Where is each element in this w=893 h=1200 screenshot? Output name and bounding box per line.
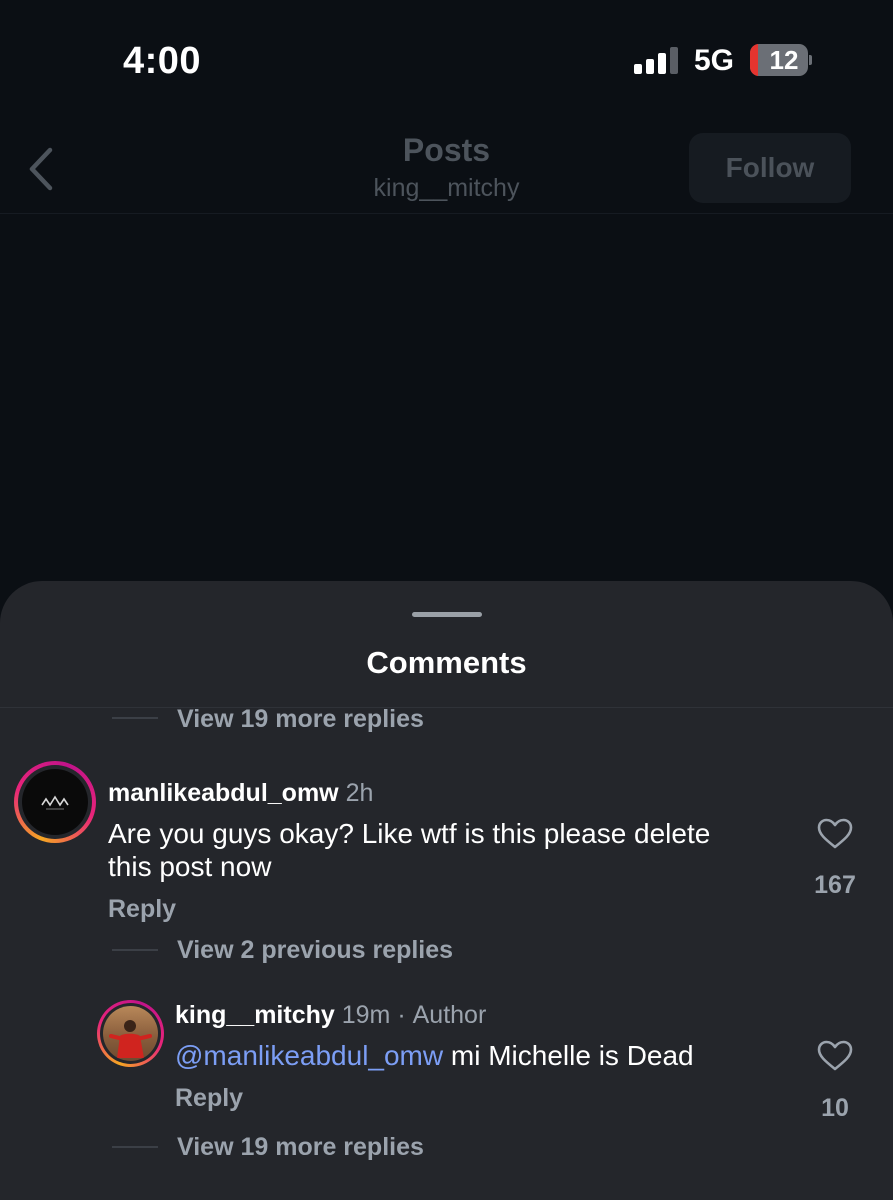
reply-body-text: mi Michelle is Dead — [443, 1040, 694, 1071]
avatar-story-ring[interactable] — [97, 1000, 164, 1067]
comment-username-text[interactable]: manlikeabdul_omw — [108, 779, 339, 807]
heart-icon[interactable] — [817, 1040, 853, 1072]
thread-line — [112, 717, 158, 719]
author-badge: Author — [412, 1001, 487, 1029]
comment-time: 2h — [345, 779, 374, 807]
comments-sheet: Comments View 19 more replies manlikeabd… — [0, 581, 893, 1200]
reply-username-text[interactable]: king__mitchy — [175, 1001, 335, 1029]
mention-link[interactable]: @manlikeabdul_omw — [175, 1040, 443, 1071]
person-photo — [109, 1020, 152, 1058]
top-nav-bar: Posts king__mitchy Follow — [0, 120, 893, 214]
reply-text: @manlikeabdul_omw mi Michelle is Dead — [175, 1039, 795, 1072]
thread-line — [112, 949, 158, 951]
view-more-replies-link[interactable]: View 19 more replies — [177, 1133, 424, 1162]
like-count: 10 — [821, 1094, 849, 1122]
like-count: 167 — [814, 871, 856, 899]
status-bar: 4:00 5G 12 — [0, 0, 893, 120]
reply-button[interactable]: Reply — [175, 1084, 243, 1113]
cellular-signal-icon — [634, 46, 678, 74]
view-previous-replies-link[interactable]: View 2 previous replies — [177, 936, 453, 965]
thread-line — [112, 1146, 158, 1148]
view-more-replies-link[interactable]: View 19 more replies — [177, 705, 424, 734]
reply-username[interactable]: king__mitchy 19m · Author — [175, 1001, 486, 1030]
follow-button[interactable]: Follow — [689, 133, 851, 203]
battery-icon: 12 — [750, 44, 812, 76]
avatar — [22, 769, 88, 835]
network-type: 5G — [694, 44, 735, 77]
heart-icon[interactable] — [817, 818, 853, 850]
battery-level: 12 — [769, 45, 799, 75]
reply-button[interactable]: Reply — [108, 895, 176, 924]
brand-logo-icon — [41, 795, 69, 810]
comment-username[interactable]: manlikeabdul_omw 2h — [108, 779, 373, 808]
status-time: 4:00 — [123, 40, 202, 82]
reply-time: 19m — [341, 1001, 391, 1029]
divider — [0, 707, 893, 708]
sheet-grabber-handle[interactable] — [412, 612, 482, 617]
comment-text: Are you guys okay? Like wtf is this plea… — [108, 818, 711, 882]
avatar — [103, 1006, 158, 1061]
avatar-story-ring[interactable] — [14, 761, 96, 843]
sheet-title: Comments — [366, 645, 527, 680]
